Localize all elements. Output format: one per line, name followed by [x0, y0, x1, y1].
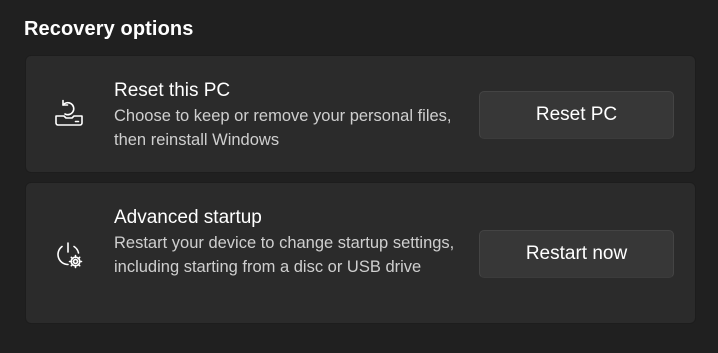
- recovery-page: Recovery options Reset this PC Choose to…: [0, 0, 718, 353]
- reset-pc-text: Reset this PC Choose to keep or remove y…: [114, 78, 464, 152]
- reset-pc-heading: Reset this PC: [114, 80, 231, 101]
- advanced-startup-heading: Advanced startup: [114, 207, 262, 228]
- advanced-startup-icon: [52, 238, 86, 272]
- reset-pc-button[interactable]: Reset PC: [479, 91, 674, 139]
- reset-pc-description: Choose to keep or remove your personal f…: [114, 107, 452, 149]
- restart-now-button[interactable]: Restart now: [479, 230, 674, 278]
- reset-pc-icon: [52, 96, 86, 130]
- advanced-startup-description: Restart your device to change startup se…: [114, 234, 455, 276]
- reset-pc-card: Reset this PC Choose to keep or remove y…: [25, 55, 696, 173]
- advanced-startup-text: Advanced startup Restart your device to …: [114, 205, 464, 279]
- advanced-startup-card: Advanced startup Restart your device to …: [25, 182, 696, 324]
- section-title: Recovery options: [24, 18, 194, 40]
